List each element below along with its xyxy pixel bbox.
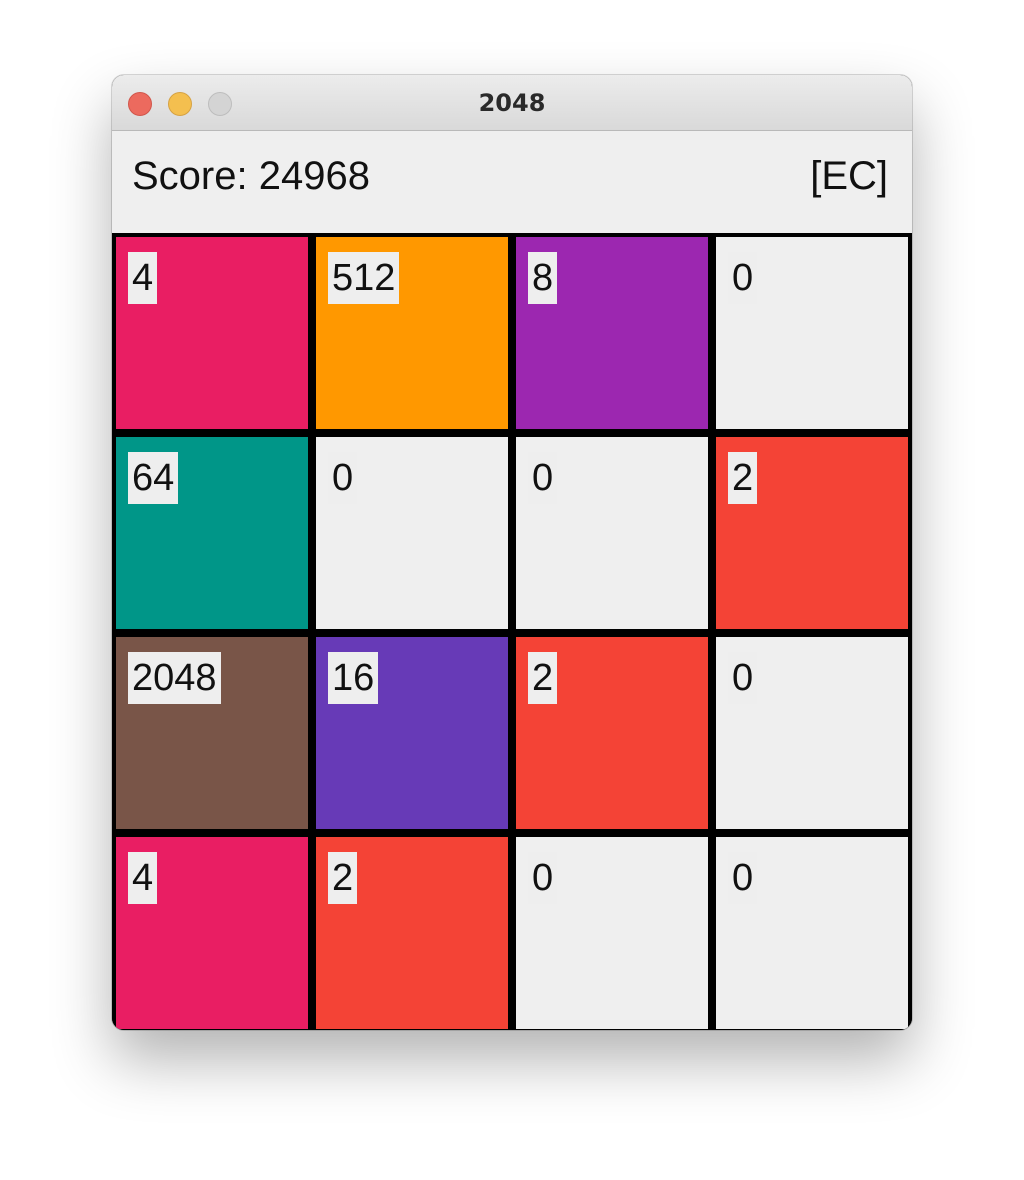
board-tile: 2	[716, 437, 908, 629]
tile-value: 0	[328, 452, 358, 504]
tile-value: 2048	[128, 652, 221, 704]
tile-value: 4	[128, 252, 158, 304]
board-tile: 4	[116, 237, 308, 429]
tile-value: 64	[128, 452, 179, 504]
board-tile: 8	[516, 237, 708, 429]
board-tile: 0	[716, 637, 908, 829]
tile-value: 4	[128, 852, 158, 904]
tile-value: 0	[528, 452, 558, 504]
board-tile: 4	[116, 837, 308, 1029]
window-title: 2048	[478, 89, 546, 117]
tile-value: 0	[528, 852, 558, 904]
game-window: 2048 Score: 24968 [EC] 4 512 8 0 64 0 0 2 2048 16…	[112, 75, 912, 1030]
tile-value: 8	[528, 252, 558, 304]
tile-value: 2	[528, 652, 558, 704]
tile-value: 2	[328, 852, 358, 904]
tile-value: 0	[728, 252, 758, 304]
board-tile: 0	[716, 237, 908, 429]
board-tile: 0	[716, 837, 908, 1029]
board-tile: 2048	[116, 637, 308, 829]
game-board[interactable]: 4 512 8 0 64 0 0 2 2048 16 2 0 4 2 0 0	[112, 233, 912, 1030]
tile-value: 16	[328, 652, 379, 704]
board-tile: 0	[516, 437, 708, 629]
board-tile: 0	[316, 437, 508, 629]
tile-value: 2	[728, 452, 758, 504]
board-tile: 64	[116, 437, 308, 629]
board-tile: 512	[316, 237, 508, 429]
tile-value: 0	[728, 852, 758, 904]
tile-value: 512	[328, 252, 400, 304]
score-label: Score: 24968	[132, 154, 370, 198]
tile-value: 0	[728, 652, 758, 704]
score-bar: Score: 24968 [EC]	[112, 131, 912, 233]
board-tile: 16	[316, 637, 508, 829]
mode-indicator: [EC]	[810, 154, 888, 198]
board-tile: 2	[316, 837, 508, 1029]
board-tile: 2	[516, 637, 708, 829]
title-bar[interactable]: 2048	[112, 75, 912, 131]
board-tile: 0	[516, 837, 708, 1029]
